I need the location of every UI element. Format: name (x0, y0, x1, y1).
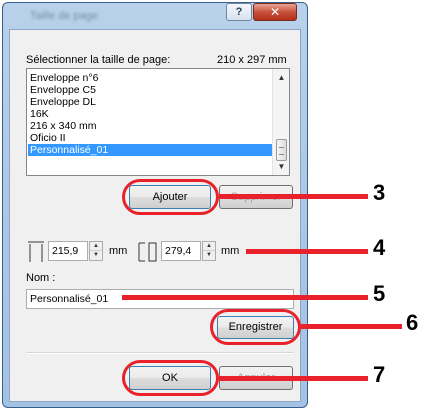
height-spinner[interactable]: ▲ ▼ (202, 241, 216, 261)
callout-3: 3 (373, 180, 386, 205)
height-unit: mm (221, 245, 240, 257)
height-input[interactable]: 279,4 (161, 241, 201, 261)
callout-5: 5 (373, 281, 386, 306)
list-scrollbar[interactable]: ▲ ▼ (272, 69, 289, 175)
list-item[interactable]: Enveloppe C5 (30, 84, 96, 96)
callout-6: 6 (406, 310, 419, 335)
list-item[interactable]: 16K (30, 108, 49, 120)
height-icon (138, 242, 157, 262)
width-spinner[interactable]: ▲ ▼ (89, 241, 103, 261)
width-input[interactable]: 215,9 (48, 241, 88, 261)
list-item[interactable]: Oficio II (30, 132, 66, 144)
name-label: Nom : (26, 272, 56, 284)
width-unit: mm (109, 245, 128, 257)
list-item[interactable]: Enveloppe n°6 (30, 72, 98, 84)
help-button[interactable]: ? (226, 3, 252, 21)
callout-line-4 (246, 249, 368, 254)
spin-down-icon[interactable]: ▼ (203, 251, 215, 260)
callout-line-5 (122, 295, 368, 300)
highlight-add-button (122, 179, 219, 215)
callout-4: 4 (373, 235, 386, 260)
list-item-selected[interactable]: Personnalisé_01 (28, 144, 274, 156)
window-title: Taille de page (30, 10, 98, 22)
spin-up-icon[interactable]: ▲ (90, 242, 102, 251)
callout-line-3 (219, 194, 368, 199)
highlight-ok-button (122, 360, 219, 396)
separator (26, 352, 294, 354)
list-item[interactable]: 216 x 340 mm (30, 120, 97, 132)
spin-down-icon[interactable]: ▼ (90, 251, 102, 260)
callout-7: 7 (373, 362, 386, 387)
close-button[interactable]: ✕ (253, 3, 297, 21)
page-size-value: 210 x 297 mm (217, 54, 287, 66)
spin-up-icon[interactable]: ▲ (203, 242, 215, 251)
callout-line-6 (301, 324, 402, 329)
scroll-down-icon[interactable]: ▼ (273, 158, 290, 175)
page-size-list[interactable]: Enveloppe n°6 Enveloppe C5 Enveloppe DL … (26, 68, 290, 176)
list-item[interactable]: Enveloppe DL (30, 96, 96, 108)
page-size-label: Sélectionner la taille de page: (26, 54, 171, 66)
highlight-save-button (210, 309, 301, 345)
callout-line-7 (219, 376, 368, 381)
scroll-up-icon[interactable]: ▲ (273, 69, 290, 86)
width-icon (28, 241, 44, 262)
